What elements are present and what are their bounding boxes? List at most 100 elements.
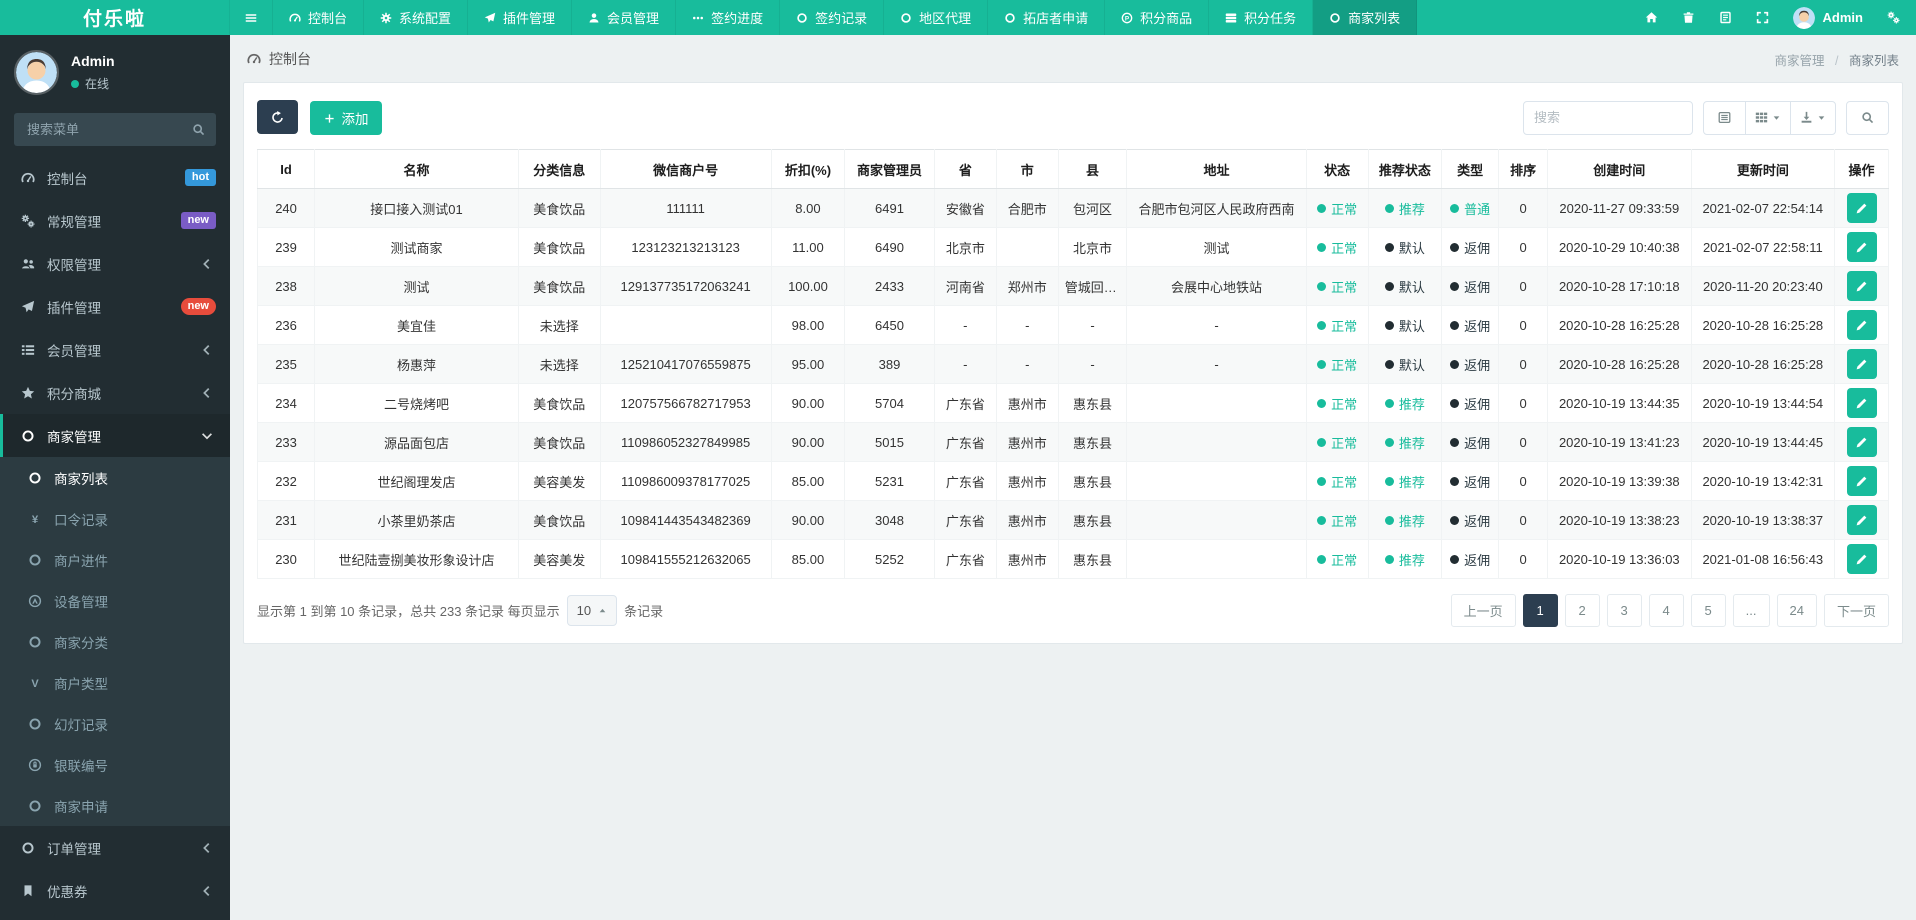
cell-category: 未选择	[517, 344, 601, 384]
caret-down-icon	[1817, 113, 1826, 122]
sidebar-search-input[interactable]	[25, 121, 175, 138]
nav-item-10[interactable]: 积分任务	[1209, 0, 1314, 35]
cell-status: 正常	[1305, 500, 1369, 540]
navbar-user[interactable]: Admin	[1792, 6, 1863, 29]
search-icon[interactable]	[192, 123, 205, 136]
table-header-row: Id 名称 分类信息 微信商户号 折扣(%) 商家管理员省市县地址 状态 推荐状态 类型 排序 创建…	[256, 149, 1889, 189]
cell-name: 美宜佳	[314, 305, 519, 345]
sidebar-subitem-1[interactable]: ¥ 口令记录	[0, 498, 230, 539]
breadcrumb-separator: /	[1835, 53, 1839, 68]
ring-icon	[25, 717, 44, 731]
sidebar-subitem-8[interactable]: 商家申请	[0, 785, 230, 826]
nav-item-7[interactable]: 地区代理	[884, 0, 989, 35]
sidebar-subitem-4[interactable]: 商家分类	[0, 621, 230, 662]
sidebar-item-8[interactable]: 优惠券	[0, 869, 230, 912]
nav-item-3[interactable]: 插件管理	[468, 0, 573, 35]
sidebar-subitem-3[interactable]: 设备管理	[0, 580, 230, 621]
cogs-icon	[18, 214, 37, 228]
table-row: 238 测试 美食饮品 129137735172063241 100.00 2433 河南省…	[256, 266, 1889, 306]
nav-item-5[interactable]: 签约进度	[676, 0, 781, 35]
next-page-button[interactable]: 下一页	[1823, 594, 1889, 627]
type-badge: 返佣	[1450, 316, 1490, 335]
columns-button[interactable]	[1745, 100, 1791, 135]
sidebar-toggle-button[interactable]	[230, 0, 273, 35]
svg-text:P: P	[1125, 15, 1130, 22]
pencil-icon	[1855, 514, 1868, 527]
page-button-2[interactable]: 2	[1564, 594, 1600, 627]
vine-icon: V	[25, 676, 44, 690]
sidebar-item-3[interactable]: 插件管理 new	[0, 285, 230, 328]
prev-page-button[interactable]: 上一页	[1450, 594, 1516, 627]
sidebar-item-6[interactable]: 商家管理	[0, 414, 230, 457]
nav-item-4[interactable]: 会员管理	[572, 0, 677, 35]
edit-button[interactable]	[1846, 466, 1877, 496]
cell-actions	[1834, 422, 1889, 462]
page-button-5[interactable]: 5	[1690, 594, 1726, 627]
sidebar-item-label: 积分商城	[47, 386, 101, 402]
sidebar-item-1[interactable]: 常规管理 new	[0, 199, 230, 242]
nav-item-1[interactable]: 控制台	[273, 0, 365, 35]
chevron-down-icon	[197, 429, 216, 443]
breadcrumb-parent[interactable]: 商家管理	[1775, 54, 1825, 68]
export-icon	[1800, 111, 1813, 124]
cell-type: 返佣	[1441, 422, 1500, 462]
sidebar-subitem-6[interactable]: 幻灯记录	[0, 703, 230, 744]
add-button[interactable]: 添加	[310, 101, 383, 135]
table-search-input[interactable]	[1523, 100, 1693, 135]
page-button-4[interactable]: 4	[1648, 594, 1684, 627]
cell-category: 美食饮品	[517, 266, 601, 306]
sidebar-item-7[interactable]: 订单管理	[0, 826, 230, 869]
log-icon[interactable]	[1719, 11, 1732, 24]
cell-mch: 110986009378177025	[599, 461, 772, 501]
cell-updated: 2021-02-07 22:54:14	[1690, 188, 1836, 228]
page-button-1[interactable]: 1	[1522, 594, 1558, 627]
edit-button[interactable]	[1846, 427, 1877, 457]
sidebar-item-2[interactable]: 权限管理	[0, 242, 230, 285]
edit-button[interactable]	[1846, 349, 1877, 379]
nav-item-6[interactable]: 签约记录	[780, 0, 885, 35]
edit-button[interactable]	[1846, 193, 1877, 223]
sidebar-item-5[interactable]: 积分商城	[0, 371, 230, 414]
edit-button[interactable]	[1846, 310, 1877, 340]
sidebar-subitem-0[interactable]: 商家列表	[0, 457, 230, 498]
status-badge: 正常	[1317, 355, 1357, 374]
sidebar-item-4[interactable]: 会员管理	[0, 328, 230, 371]
edit-button[interactable]	[1846, 544, 1877, 574]
nav-item-11[interactable]: 商家列表	[1313, 0, 1418, 35]
export-button[interactable]	[1790, 100, 1836, 135]
sidebar-item-0[interactable]: 控制台 hot	[0, 156, 230, 199]
cell-county: 惠东县	[1057, 461, 1128, 501]
page-button-24[interactable]: 24	[1776, 594, 1817, 627]
nav-item-2[interactable]: 系统配置	[364, 0, 469, 35]
edit-button[interactable]	[1846, 232, 1877, 262]
sidebar-subitem-7[interactable]: 银联编号	[0, 744, 230, 785]
col-header-0: Id	[256, 149, 316, 189]
nav-item-8[interactable]: 拓店者申请	[988, 0, 1106, 35]
page-size-dropdown[interactable]: 10	[566, 595, 618, 626]
main-content: 控制台 商家管理 / 商家列表 添加 搜索 Id 名称 分类信息 微信商户号 折…	[230, 0, 1916, 644]
edit-button[interactable]	[1846, 271, 1877, 301]
edit-button[interactable]	[1846, 505, 1877, 535]
nav-item-9[interactable]: P 积分商品	[1105, 0, 1210, 35]
edit-button[interactable]	[1846, 388, 1877, 418]
status-badge: 正常	[1317, 277, 1357, 296]
sidebar-user-status[interactable]: 在线	[71, 75, 115, 92]
cell-discount: 11.00	[770, 227, 846, 267]
sidebar-item-label: 口令记录	[54, 512, 108, 528]
pcircle-icon: P	[1121, 12, 1133, 24]
sidebar-subitem-2[interactable]: 商户进件	[0, 539, 230, 580]
nav-item-label: 签约记录	[815, 11, 868, 26]
search-button[interactable]	[1846, 100, 1889, 135]
trash-icon[interactable]	[1682, 11, 1695, 24]
sidebar-item-label: 商户类型	[54, 676, 108, 692]
settings-cogs-icon[interactable]	[1887, 11, 1900, 24]
sidebar-subitem-5[interactable]: V 商户类型	[0, 662, 230, 703]
refresh-button[interactable]	[257, 100, 298, 134]
page-button-3[interactable]: 3	[1606, 594, 1642, 627]
toggle-view-button[interactable]	[1703, 100, 1746, 135]
sidebar: Admin 在线 控制台 hot 常规管理 new 权限管理插件管理 new 会员管理积分商…	[0, 35, 230, 920]
summary-suffix: 条记录	[624, 604, 664, 619]
cell-recommend: 默认	[1367, 305, 1443, 345]
home-icon[interactable]	[1645, 11, 1658, 24]
fullscreen-icon[interactable]	[1756, 11, 1769, 24]
